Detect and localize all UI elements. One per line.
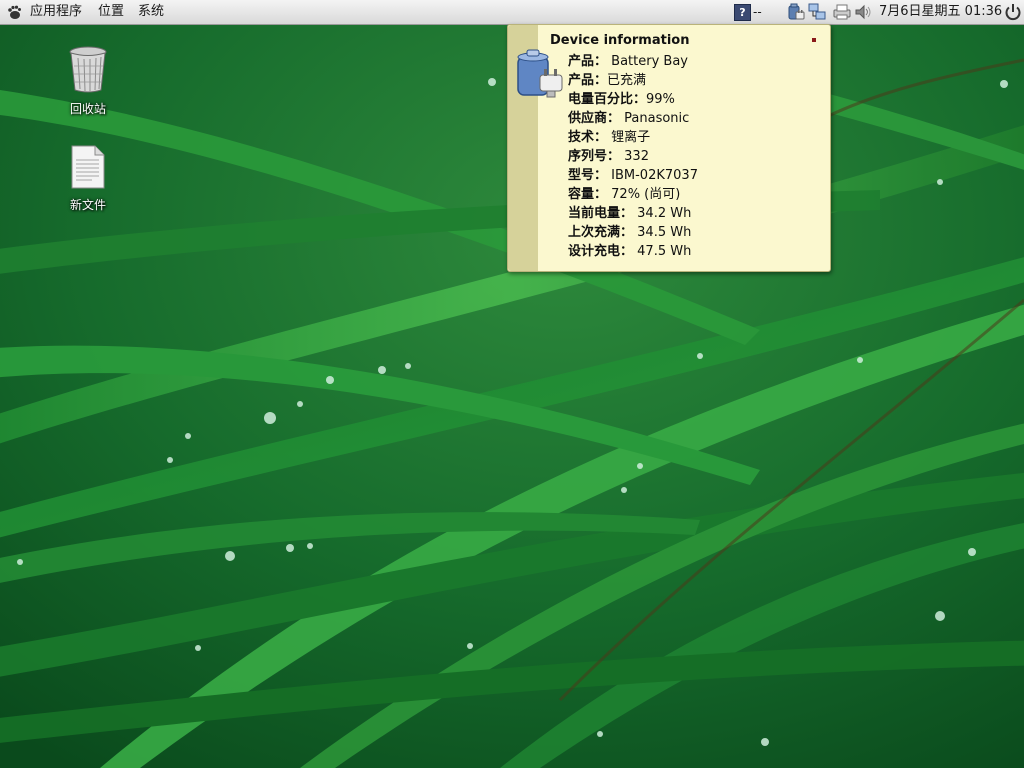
desktop-icon-label: 新文件 [69, 198, 106, 212]
volume-icon[interactable] [853, 2, 873, 22]
network-icon[interactable] [807, 2, 827, 22]
tooltip-title: Device information [550, 33, 690, 48]
help-icon[interactable]: ? [734, 4, 751, 21]
info-value: 34.2 Wh [633, 206, 692, 221]
info-key: 设计充电： [568, 244, 634, 259]
info-key: 当前电量： [568, 206, 634, 221]
info-row-serial: 序列号： 332 [568, 147, 698, 166]
device-info-list: 产品： Battery Bay 产品：已充满 电量百分比：99% 供应商： Pa… [568, 52, 698, 261]
desktop-icon-new-file[interactable]: 新文件 [53, 144, 123, 213]
battery-device-icon [517, 49, 563, 98]
info-key: 供应商： [568, 111, 621, 126]
info-row-capacity: 容量： 72% (尚可) [568, 185, 698, 204]
info-value: IBM-02K7037 [607, 168, 698, 183]
info-value: 332 [620, 149, 649, 164]
info-key: 型号： [568, 168, 608, 183]
info-key: 电量百分比： [568, 92, 647, 107]
document-icon [71, 145, 105, 189]
applications-menu[interactable]: 应用程序 [30, 0, 82, 24]
info-row-percentage: 电量百分比：99% [568, 90, 698, 109]
gnome-foot-icon [8, 5, 21, 19]
info-key: 技术： [568, 130, 608, 145]
info-row-model: 型号： IBM-02K7037 [568, 166, 698, 185]
info-value: 已充满 [607, 73, 647, 88]
info-row-product: 产品： Battery Bay [568, 52, 698, 71]
clock[interactable]: 7月6日星期五 01:36 [879, 0, 1002, 24]
info-key: 序列号： [568, 149, 621, 164]
trash-icon [69, 46, 107, 93]
battery-icon[interactable] [786, 2, 806, 22]
printer-icon[interactable] [832, 2, 852, 22]
info-row-last-full: 上次充满： 34.5 Wh [568, 223, 698, 242]
desktop-icon-trash[interactable]: 回收站 [53, 44, 123, 117]
info-row-technology: 技术： 锂离子 [568, 128, 698, 147]
info-row-state: 产品：已充满 [568, 71, 698, 90]
info-key: 容量： [568, 187, 608, 202]
desktop-icon-label: 回收站 [69, 102, 106, 116]
info-key: 产品： [568, 73, 608, 88]
info-row-design-charge: 设计充电： 47.5 Wh [568, 242, 698, 261]
help-status-text: -- [753, 5, 762, 19]
system-menu[interactable]: 系统 [138, 0, 164, 24]
info-row-current-charge: 当前电量： 34.2 Wh [568, 204, 698, 223]
info-value: 72% (尚可) [607, 187, 681, 202]
top-panel: 应用程序 位置 系统 ? -- 7月6日星期五 01:36 [0, 0, 1024, 25]
info-key: 上次充满： [568, 225, 634, 240]
info-value: 34.5 Wh [633, 225, 692, 240]
places-menu[interactable]: 位置 [98, 0, 124, 24]
tooltip-close-icon[interactable] [812, 38, 816, 42]
info-value: 99% [646, 92, 675, 107]
device-info-tooltip: Device information 产品： Battery Bay 产品：已充… [507, 24, 831, 272]
info-value: Panasonic [620, 111, 690, 126]
info-value: Battery Bay [607, 54, 688, 69]
info-row-vendor: 供应商： Panasonic [568, 109, 698, 128]
info-key: 产品： [568, 54, 608, 69]
info-value: 锂离子 [607, 130, 651, 145]
power-icon[interactable] [1003, 2, 1023, 22]
info-value: 47.5 Wh [633, 244, 692, 259]
